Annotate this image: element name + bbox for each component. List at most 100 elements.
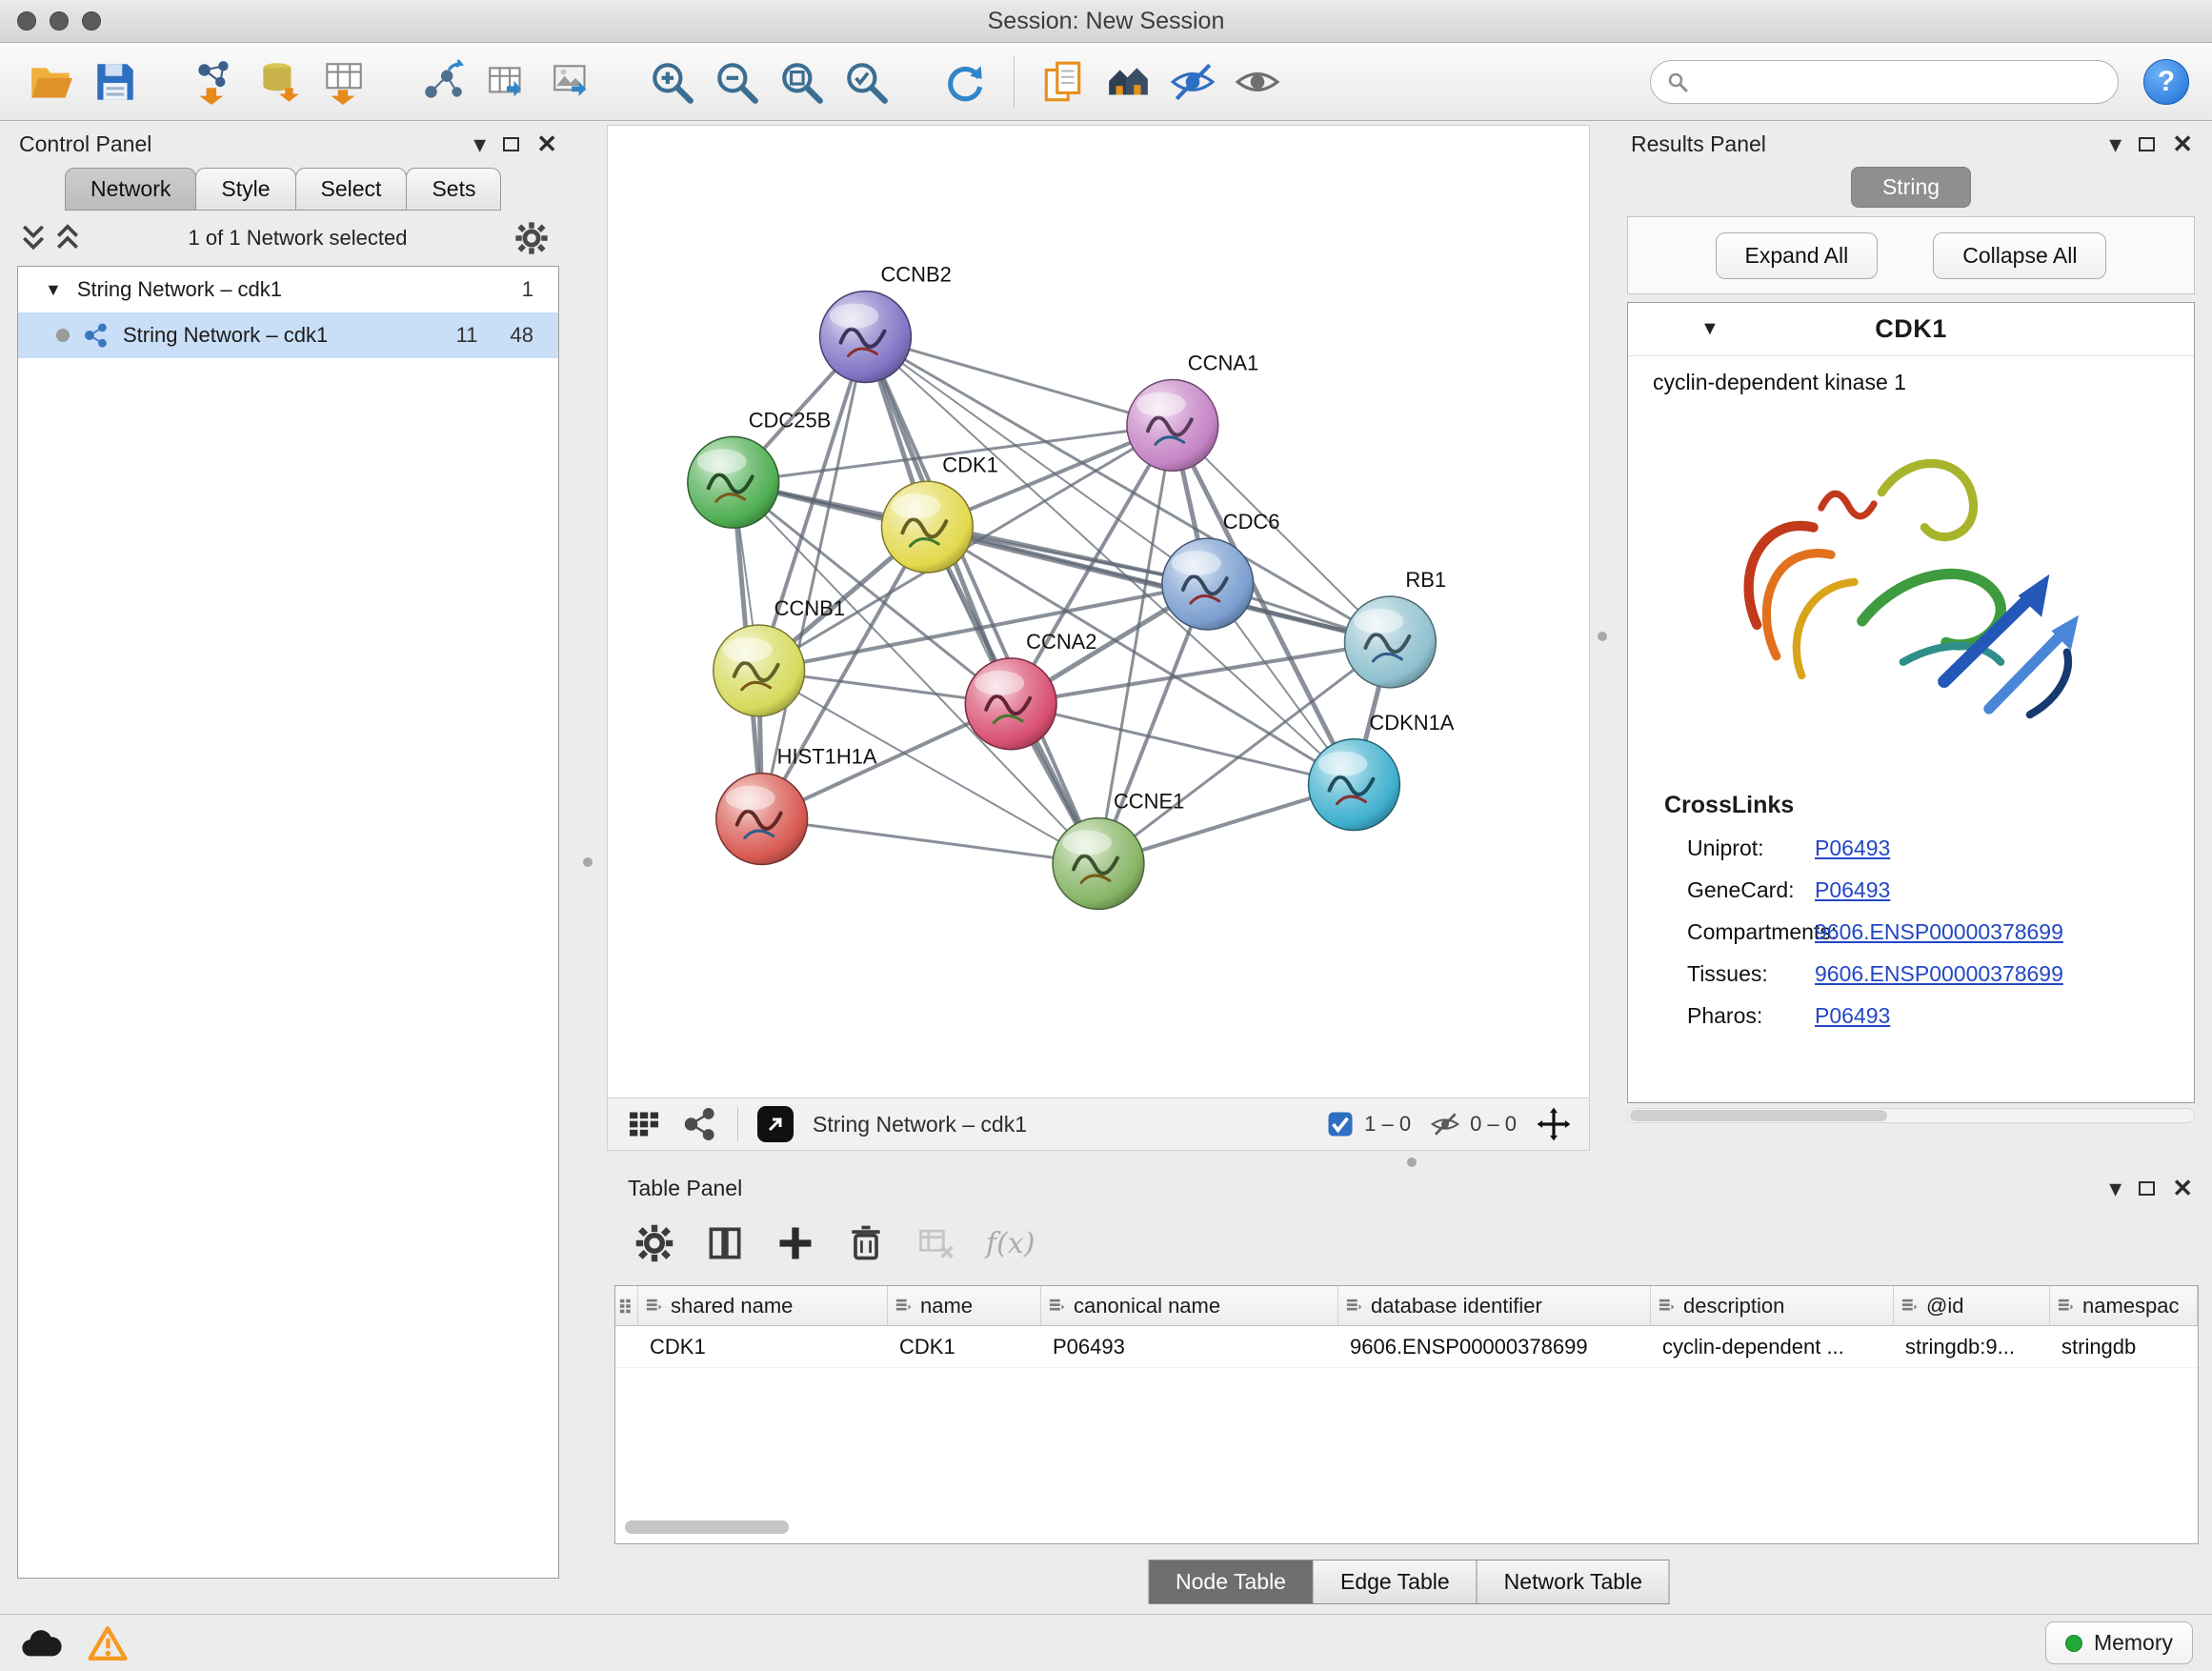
import-network-from-database-button[interactable]	[251, 52, 307, 111]
expand-all-button[interactable]: Expand All	[1716, 232, 1879, 279]
string-network-graph[interactable]: CCNB2CCNA1CDC25BCDK1CDC6RB1CCNB1CCNA2CDK…	[608, 126, 1589, 1097]
share-view-icon[interactable]	[682, 1106, 718, 1142]
open-in-string-button[interactable]	[757, 1106, 794, 1142]
collection-caret-icon[interactable]: ▼	[45, 280, 62, 300]
cell-name[interactable]: CDK1	[888, 1326, 1041, 1367]
column-header-namespace[interactable]: namespac	[2050, 1286, 2198, 1325]
search-icon	[1666, 70, 1689, 93]
import-table-from-file-button[interactable]	[316, 52, 372, 111]
warning-icon[interactable]	[88, 1624, 128, 1662]
zoom-in-button[interactable]	[644, 52, 699, 111]
apply-layout-button[interactable]	[937, 52, 993, 111]
maximize-results-icon[interactable]	[2139, 137, 2155, 151]
cell-shared-name[interactable]: CDK1	[638, 1326, 888, 1367]
network-edge[interactable]	[1011, 704, 1354, 785]
collapse-all-button[interactable]: Collapse All	[1933, 232, 2106, 279]
close-window-button[interactable]	[17, 11, 36, 30]
grid-view-icon[interactable]	[625, 1105, 663, 1143]
column-header-description[interactable]: description	[1651, 1286, 1894, 1325]
crosslink-genecard-link[interactable]: P06493	[1815, 877, 1890, 903]
network-node-ccnb2[interactable]: CCNB2	[820, 263, 952, 383]
network-node-cdk1[interactable]: CDK1	[881, 453, 997, 573]
network-row-selected[interactable]: String Network – cdk1 11 48	[18, 312, 558, 358]
float-table-icon[interactable]: ▾	[2109, 1176, 2122, 1200]
column-header-database-identifier[interactable]: database identifier	[1338, 1286, 1651, 1325]
tab-node-table[interactable]: Node Table	[1148, 1560, 1314, 1604]
cell-database-identifier[interactable]: 9606.ENSP00000378699	[1338, 1326, 1651, 1367]
export-table-button[interactable]	[480, 52, 535, 111]
show-all-button[interactable]	[1230, 52, 1285, 111]
help-button[interactable]: ?	[2143, 59, 2189, 105]
tab-network[interactable]: Network	[65, 168, 196, 211]
close-table-icon[interactable]: ✕	[2172, 1174, 2193, 1203]
export-image-button[interactable]	[545, 52, 600, 111]
network-node-rb1[interactable]: RB1	[1344, 568, 1446, 688]
copy-document-button[interactable]	[1036, 52, 1091, 111]
add-column-icon[interactable]	[774, 1222, 816, 1264]
cloud-icon[interactable]	[19, 1626, 63, 1661]
cell-description[interactable]: cyclin-dependent ...	[1651, 1326, 1894, 1367]
search-input[interactable]	[1699, 70, 2102, 94]
column-header-id[interactable]: @id	[1894, 1286, 2050, 1325]
tab-style[interactable]: Style	[195, 168, 295, 211]
protein-caret-icon[interactable]: ▼	[1700, 318, 1719, 340]
expand-all-icon[interactable]	[53, 222, 82, 254]
column-header-canonical-name[interactable]: canonical name	[1041, 1286, 1338, 1325]
network-node-cdkn1a[interactable]: CDKN1A	[1309, 711, 1455, 831]
bottom-splitter-handle[interactable]	[1407, 1158, 1417, 1167]
hidden-eye-slash-icon[interactable]	[1430, 1109, 1460, 1139]
tab-network-table[interactable]: Network Table	[1477, 1560, 1670, 1604]
float-panel-icon[interactable]: ▾	[473, 131, 486, 156]
hide-selected-button[interactable]	[1165, 52, 1220, 111]
network-edge[interactable]	[865, 337, 1098, 864]
network-canvas[interactable]: CCNB2CCNA1CDC25BCDK1CDC6RB1CCNB1CCNA2CDK…	[607, 125, 1590, 1098]
table-horizontal-scrollbar[interactable]	[625, 1520, 2187, 1536]
minimize-window-button[interactable]	[50, 11, 69, 30]
column-header-shared-name[interactable]: shared name	[638, 1286, 888, 1325]
cell-canonical-name[interactable]: P06493	[1041, 1326, 1338, 1367]
new-network-button[interactable]	[415, 52, 471, 111]
selected-checkbox-icon[interactable]	[1326, 1110, 1355, 1138]
gear-icon[interactable]	[513, 220, 550, 256]
network-collection-row[interactable]: ▼ String Network – cdk1 1	[18, 267, 558, 312]
show-columns-icon[interactable]	[704, 1222, 746, 1264]
zoom-window-button[interactable]	[82, 11, 101, 30]
crosslink-pharos-link[interactable]: P06493	[1815, 1003, 1890, 1029]
network-edge[interactable]	[865, 337, 1172, 426]
right-splitter-handle[interactable]	[1598, 632, 1607, 641]
results-scrollbar[interactable]	[1627, 1108, 2195, 1123]
memory-button[interactable]: Memory	[2045, 1621, 2193, 1664]
zoom-selected-button[interactable]	[838, 52, 894, 111]
open-session-button[interactable]	[23, 52, 78, 111]
close-panel-icon[interactable]: ✕	[536, 130, 557, 159]
table-settings-gear-icon[interactable]	[633, 1222, 675, 1264]
crosslink-tissues-link[interactable]: 9606.ENSP00000378699	[1815, 961, 2063, 987]
column-header-name[interactable]: name	[888, 1286, 1041, 1325]
maximize-panel-icon[interactable]	[503, 137, 519, 151]
tab-select[interactable]: Select	[295, 168, 408, 211]
crosslink-uniprot-link[interactable]: P06493	[1815, 836, 1890, 861]
zoom-fit-button[interactable]	[774, 52, 829, 111]
protein-card-header[interactable]: ▼ CDK1	[1628, 303, 2194, 356]
birdseye-view-button[interactable]	[1100, 52, 1156, 111]
network-node-hist1h1a[interactable]: HIST1H1A	[716, 745, 877, 865]
import-network-from-file-button[interactable]	[187, 52, 242, 111]
left-splitter-handle[interactable]	[583, 857, 593, 867]
tab-sets[interactable]: Sets	[406, 168, 501, 211]
cell-namespace[interactable]: stringdb	[2050, 1326, 2198, 1367]
tab-edge-table[interactable]: Edge Table	[1313, 1560, 1478, 1604]
pan-move-icon[interactable]	[1536, 1106, 1572, 1142]
network-node-ccna1[interactable]: CCNA1	[1127, 351, 1258, 471]
collapse-all-icon[interactable]	[19, 222, 48, 254]
table-row[interactable]: CDK1 CDK1 P06493 9606.ENSP00000378699 cy…	[615, 1326, 2198, 1368]
close-results-icon[interactable]: ✕	[2172, 130, 2193, 159]
maximize-table-icon[interactable]	[2139, 1181, 2155, 1196]
tab-string[interactable]: String	[1851, 167, 1971, 208]
float-results-icon[interactable]: ▾	[2109, 131, 2122, 156]
network-edge[interactable]	[762, 819, 1098, 864]
delete-column-icon[interactable]	[845, 1222, 887, 1264]
cell-id[interactable]: stringdb:9...	[1894, 1326, 2050, 1367]
zoom-out-button[interactable]	[709, 52, 764, 111]
crosslink-compartments-link[interactable]: 9606.ENSP00000378699	[1815, 919, 2063, 945]
save-session-button[interactable]	[88, 52, 143, 111]
